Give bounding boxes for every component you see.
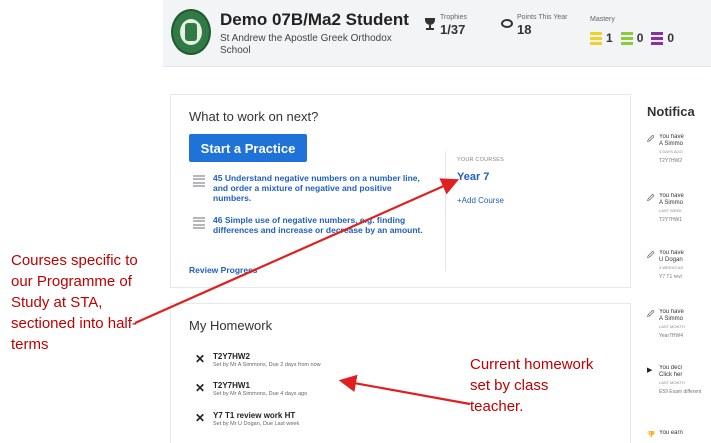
notification-time: LAST MONTH <box>659 380 685 385</box>
mastery-count: 1 <box>606 31 613 45</box>
pin-icon: 🖉 <box>647 311 655 318</box>
notification-time: 3 WEEKS AG <box>659 265 684 270</box>
notification-line1: You have <box>659 309 684 315</box>
next-panel: What to work on next? Start a Practice 4… <box>170 94 631 288</box>
suggestion-item[interactable]: 46 Simple use of negative numbers, e.g. … <box>193 215 428 235</box>
divider <box>445 151 446 271</box>
start-practice-button[interactable]: Start a Practice <box>189 134 307 162</box>
notification-sub: T2Y7HW1 <box>659 217 683 223</box>
trophy-icon <box>424 18 436 30</box>
add-course-link[interactable]: +Add Course <box>457 196 504 205</box>
notification-time: LAST MONTH <box>659 324 685 329</box>
suggestion-text[interactable]: 45 Understand negative numbers on a numb… <box>213 173 428 203</box>
mastery-bronze-icon <box>590 31 602 45</box>
suggestion-item[interactable]: 45 Understand negative numbers on a numb… <box>193 173 428 203</box>
notification-item[interactable]: 🖉 You have U Dogan 3 WEEKS AG Y7 T1 revi <box>647 250 711 280</box>
school-name: St Andrew the Apostle Greek Orthodox Sch… <box>220 33 392 56</box>
notification-sub: Y7 T1 revi <box>659 274 682 280</box>
notification-line2: A Simmo <box>659 200 684 206</box>
annotation-courses: Courses specific to our Programme of Stu… <box>11 252 138 353</box>
notification-line2: A Simmo <box>659 316 684 322</box>
notification-line1: You have <box>659 250 684 256</box>
review-progress-link[interactable]: Review Progress <box>189 265 258 275</box>
homework-meta: Set by Mr A Simmons, Due 2 days from now <box>213 362 321 368</box>
homework-item[interactable]: ✕ T2Y7HW2 Set by Mr A Simmons, Due 2 day… <box>195 352 321 368</box>
homework-meta: Set by Mr A Simmons, Due 4 days ago <box>213 391 308 397</box>
notification-line1: You have <box>659 193 684 199</box>
suggestion-text[interactable]: 46 Simple use of negative numbers, e.g. … <box>213 215 428 235</box>
your-courses-label: YOUR COURSES <box>457 157 505 163</box>
notification-time: LAST WEEK <box>659 208 682 213</box>
homework-name[interactable]: T2Y7HW2 <box>213 352 321 361</box>
incomplete-icon: ✕ <box>195 381 206 395</box>
points-stat[interactable]: Points This Year 18 <box>501 14 568 37</box>
incomplete-icon: ✕ <box>195 352 206 366</box>
mastery-count: 0 <box>667 31 675 45</box>
points-label: Points This Year <box>517 14 568 21</box>
homework-title: My Homework <box>189 318 273 333</box>
mastery-gold-icon <box>651 31 664 45</box>
mastery-label: Mastery <box>590 16 615 23</box>
play-icon: ▶ <box>647 367 653 374</box>
notification-item[interactable]: ▶ You decl Click her LAST MONTH E59 Exam… <box>647 365 711 395</box>
student-name: Demo 07B/Ma2 Student <box>220 10 409 29</box>
notification-line2: A Simmo <box>659 141 684 147</box>
homework-item[interactable]: ✕ T2Y7HW1 Set by Mr A Simmons, Due 4 day… <box>195 381 307 397</box>
points-value: 18 <box>517 22 532 37</box>
pin-icon: 🖉 <box>647 195 655 202</box>
notifications-title: Notifica <box>647 104 695 119</box>
trophy-icon: 🏆 <box>647 432 656 437</box>
notification-time: 4 DAYS AGO <box>659 149 683 154</box>
trophies-label: Trophies <box>440 14 467 21</box>
notification-sub: T2Y7HW2 <box>659 158 683 164</box>
notification-line1: You have <box>659 134 684 140</box>
notification-item[interactable]: 🖉 You have A Simmo LAST WEEK T2Y7HW1 <box>647 193 711 223</box>
notification-sub: E59 Exam different <box>659 389 702 395</box>
annotation-homework: Current homework set by class teacher. <box>470 356 594 415</box>
course-link-year7[interactable]: Year 7 <box>457 171 489 183</box>
coin-icon <box>501 18 513 30</box>
notification-sub: Year7HW4 <box>659 333 683 339</box>
pin-icon: 🖉 <box>647 136 655 143</box>
homework-item[interactable]: ✕ Y7 T1 review work HT Set by Mr U Dogan… <box>195 411 299 427</box>
mastery-silver-icon <box>620 31 633 45</box>
list-icon <box>193 175 205 187</box>
pin-icon: 🖉 <box>647 252 655 259</box>
school-logo <box>171 9 211 55</box>
notification-item[interactable]: 🖉 You have A Simmo LAST MONTH Year7HW4 <box>647 309 711 339</box>
notification-item[interactable]: 🏆 You earn <box>647 430 711 437</box>
homework-meta: Set by Mr U Dogan, Due Last week <box>213 421 300 427</box>
list-icon <box>193 217 205 229</box>
incomplete-icon: ✕ <box>195 411 206 425</box>
notification-line2: Click her <box>659 372 683 378</box>
mastery-counts[interactable]: 1 0 0 <box>590 31 682 45</box>
homework-name[interactable]: T2Y7HW1 <box>213 381 307 390</box>
notification-line1: You decl <box>659 365 682 371</box>
mastery-count: 0 <box>636 31 644 45</box>
next-panel-title: What to work on next? <box>189 109 319 124</box>
notification-line2: U Dogan <box>659 257 683 263</box>
homework-name[interactable]: Y7 T1 review work HT <box>213 411 299 420</box>
trophies-value: 1/37 <box>440 22 466 37</box>
trophies-stat[interactable]: Trophies 1/37 <box>425 14 467 37</box>
notification-item[interactable]: 🖉 You have A Simmo 4 DAYS AGO T2Y7HW2 <box>647 134 711 164</box>
notification-line1: You earn <box>659 430 683 436</box>
